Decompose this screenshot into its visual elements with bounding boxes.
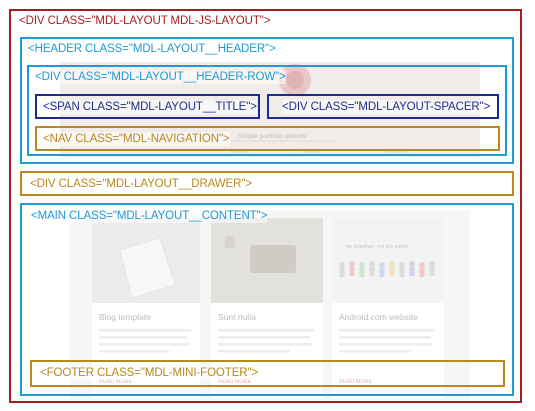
footer-label: <FOOTER CLASS="MDL-MINI-FOOTER"> [40,366,259,380]
header-label: <HEADER CLASS="MDL-LAYOUT__HEADER"> [28,42,276,56]
layout-diagram: Simple portfolio website Blog template R… [0,0,535,411]
spacer-label: <DIV CLASS="MDL-LAYOUT-SPACER"> [282,100,491,114]
header-row-label: <DIV CLASS="MDL-LAYOUT__HEADER-ROW"> [35,70,286,84]
content-label: <MAIN CLASS="MDL-LAYOUT__CONTENT"> [31,209,268,223]
title-label: <SPAN CLASS="MDL-LAYOUT__TITLE"> [43,100,257,114]
layout-label: <DIV CLASS="MDL-LAYOUT MDL-JS-LAYOUT"> [19,14,271,28]
navigation-label: <NAV CLASS="MDL-NAVIGATION"> [43,132,230,146]
drawer-label: <DIV CLASS="MDL-LAYOUT__DRAWER"> [30,177,252,191]
